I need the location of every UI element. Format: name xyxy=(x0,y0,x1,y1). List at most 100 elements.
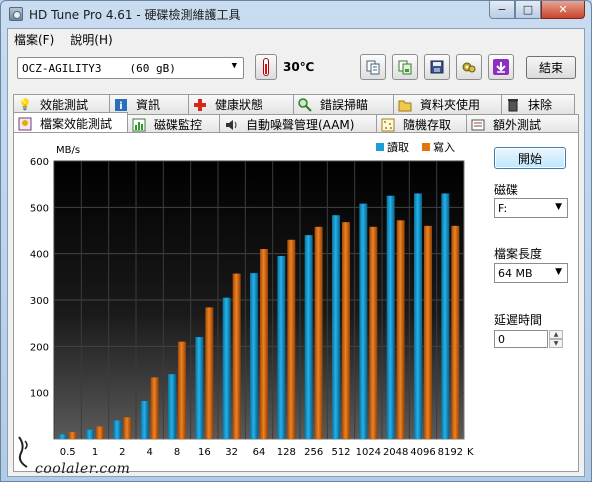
close-button[interactable]: ✕ xyxy=(541,1,585,19)
drive-capacity: (60 gB) xyxy=(129,61,176,75)
start-button[interactable]: 開始 xyxy=(494,147,566,169)
tab-label: 額外測試 xyxy=(493,118,542,132)
save-icon xyxy=(430,60,444,74)
disk-value: F: xyxy=(498,201,508,215)
write-bar xyxy=(342,222,350,439)
stepper-down-icon[interactable]: ▼ xyxy=(549,339,563,348)
maximize-button[interactable]: □ xyxy=(515,1,541,19)
file-benchmark-panel: 100 200 300 400 500 600 MB/s 0.5 1 2 4 8 16 32 64 128 25… xyxy=(13,132,579,472)
monitor-chart-icon xyxy=(132,118,146,132)
toolbar: OCZ-AGILITY3 (60 gB) ▼ 30℃ 結束 xyxy=(8,50,584,86)
x-tick-label: 64 xyxy=(253,447,266,458)
read-bar xyxy=(386,195,395,439)
folder-icon xyxy=(398,98,412,112)
options-icon xyxy=(462,62,476,73)
tab-health[interactable]: 健康狀態 xyxy=(188,94,294,114)
x-tick-label: 16 xyxy=(198,447,211,458)
svg-text:i: i xyxy=(119,101,122,111)
save-button[interactable] xyxy=(424,54,450,80)
x-tick-label: 4 xyxy=(146,447,152,458)
disk-label: 磁碟 xyxy=(494,183,519,197)
tab-benchmark[interactable]: 💡 效能測試 xyxy=(13,94,110,114)
legend-swatch xyxy=(376,143,384,151)
read-bar xyxy=(250,273,258,439)
title-bar: HD Tune Pro 4.61 - 硬碟檢測維護工具 − □ ✕ xyxy=(1,1,591,27)
y-tick-label: 200 xyxy=(30,342,49,353)
drive-select[interactable]: OCZ-AGILITY3 (60 gB) ▼ xyxy=(17,57,244,79)
read-bar xyxy=(441,193,450,439)
tab-erase[interactable]: 抹除 xyxy=(501,94,575,114)
read-bar xyxy=(168,374,176,439)
read-bar xyxy=(359,203,368,439)
chevron-down-icon: ▼ xyxy=(555,202,562,212)
write-bar xyxy=(150,377,159,439)
file-length-select[interactable]: 64 MB ▼ xyxy=(494,263,568,283)
disk-select[interactable]: F: ▼ xyxy=(494,198,568,218)
copy-text-button[interactable] xyxy=(360,54,386,80)
stepper-up-icon[interactable]: ▲ xyxy=(549,330,563,339)
copy-text-icon xyxy=(366,60,380,75)
exit-button[interactable]: 結束 xyxy=(526,56,576,79)
x-tick-label: 1024 xyxy=(356,447,381,458)
read-bar xyxy=(414,193,422,439)
tab-label: 資訊 xyxy=(136,98,161,112)
chevron-down-icon: ▼ xyxy=(231,61,237,71)
x-tick-label: 512 xyxy=(331,447,350,458)
options-button[interactable] xyxy=(456,54,482,80)
tab-random-access[interactable]: 隨機存取 xyxy=(376,114,467,134)
y-tick-label: 400 xyxy=(30,250,49,261)
read-bar xyxy=(195,337,204,439)
download-icon xyxy=(493,59,509,75)
tab-info[interactable]: i 資訊 xyxy=(109,94,189,114)
write-bar xyxy=(205,307,214,439)
y-tick-label: 100 xyxy=(30,389,49,400)
tab-folder-usage[interactable]: 資料夾使用 xyxy=(393,94,502,114)
file-length-label: 檔案長度 xyxy=(494,247,543,261)
write-bar xyxy=(178,341,186,439)
client-area: 檔案(F) 說明(H) OCZ-AGILITY3 (60 gB) ▼ 30℃ 結… xyxy=(7,28,585,477)
temperature-value: 30℃ xyxy=(283,60,315,74)
tab-disk-monitor[interactable]: 磁碟監控 xyxy=(127,114,220,134)
tab-error-scan[interactable]: 錯誤掃瞄 xyxy=(293,94,394,114)
delay-stepper[interactable]: ▲ ▼ xyxy=(549,330,563,348)
tab-label: 隨機存取 xyxy=(403,118,452,132)
y-tick-label: 600 xyxy=(30,157,49,168)
x-tick-label: 128 xyxy=(277,447,296,458)
minimize-button[interactable]: − xyxy=(489,1,515,19)
copy-image-button[interactable] xyxy=(392,54,418,80)
tab-aam[interactable]: 自動噪聲管理(AAM) xyxy=(219,114,377,134)
x-tick-label: 8 xyxy=(174,447,180,458)
trash-icon xyxy=(506,98,520,112)
menu-help[interactable]: 說明(H) xyxy=(70,31,112,48)
tab-label: 自動噪聲管理(AAM) xyxy=(246,118,355,132)
tab-extra-tests[interactable]: 額外測試 xyxy=(466,114,579,134)
legend-label: 讀取 xyxy=(387,140,409,154)
magnifier-icon xyxy=(298,97,312,112)
info-icon: i xyxy=(114,98,128,112)
speaker-icon xyxy=(224,118,238,132)
write-bar xyxy=(451,225,460,439)
write-bar xyxy=(424,225,432,439)
menu-file[interactable]: 檔案(F) xyxy=(14,31,54,48)
chevron-down-icon: ▼ xyxy=(555,267,562,277)
write-bar xyxy=(396,220,405,439)
y-tick-label: 500 xyxy=(30,203,49,214)
lightbulb-icon: 💡 xyxy=(18,97,32,111)
x-tick-label: 32 xyxy=(225,447,238,458)
read-bar xyxy=(304,235,313,439)
write-bar xyxy=(232,273,241,439)
window-title: HD Tune Pro 4.61 - 硬碟檢測維護工具 xyxy=(29,7,241,22)
hdd-app-icon xyxy=(9,7,23,21)
download-button[interactable] xyxy=(488,54,514,80)
tab-file-benchmark[interactable]: 檔案效能測試 xyxy=(13,112,128,134)
app-window: HD Tune Pro 4.61 - 硬碟檢測維護工具 − □ ✕ 檔案(F) … xyxy=(0,0,592,482)
x-axis-unit: KB xyxy=(467,447,474,458)
watermark-text: coolaler.com xyxy=(35,461,131,477)
delay-input[interactable]: 0 xyxy=(494,330,548,348)
watermark: coolaler.com xyxy=(7,431,137,479)
health-cross-icon xyxy=(193,98,207,112)
copy-image-icon xyxy=(398,60,412,75)
temperature-button[interactable] xyxy=(255,54,277,80)
drive-name: OCZ-AGILITY3 xyxy=(22,61,102,75)
tab-label: 資料夾使用 xyxy=(420,98,481,112)
